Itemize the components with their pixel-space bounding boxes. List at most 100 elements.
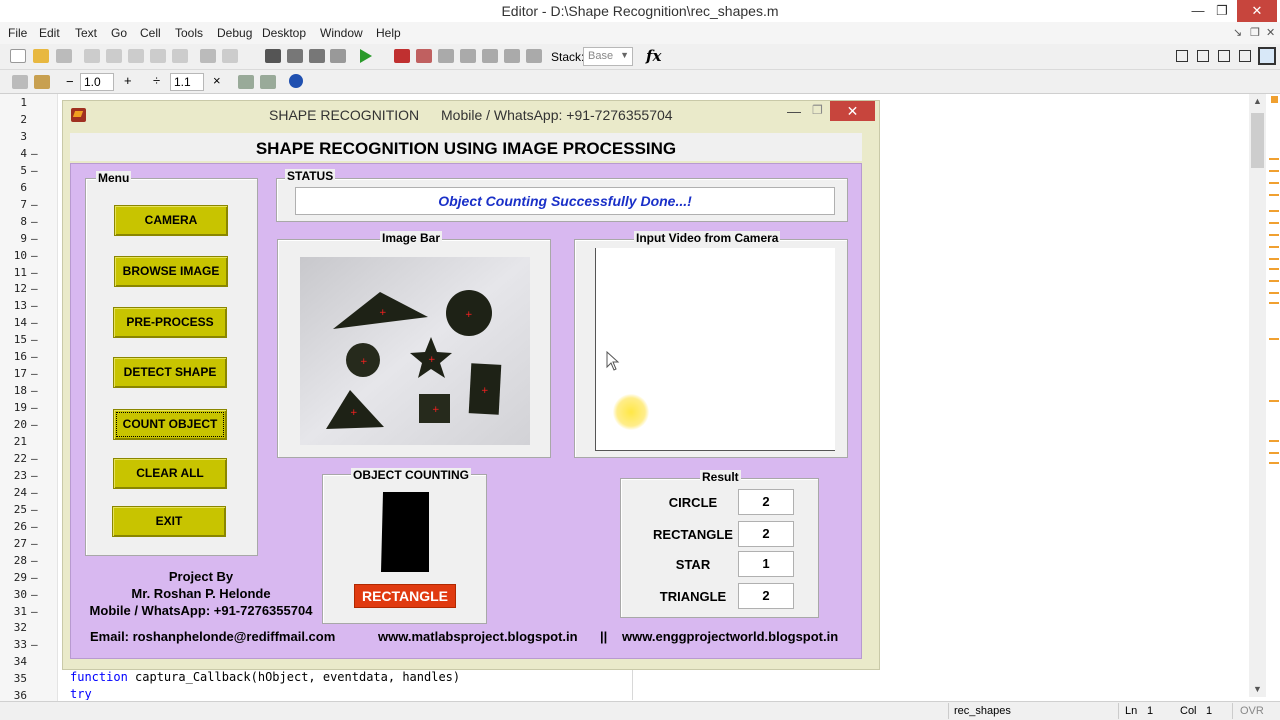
redo-icon[interactable] — [172, 49, 188, 63]
scroll-thumb[interactable] — [1251, 113, 1264, 168]
executable-line-marker[interactable]: – — [31, 537, 38, 550]
menu-edit[interactable]: Edit — [39, 26, 60, 40]
executable-line-marker[interactable]: – — [31, 266, 38, 279]
executable-line-marker[interactable]: – — [31, 469, 38, 482]
clear-all-button[interactable]: CLEAR ALL — [113, 458, 227, 489]
new-file-icon[interactable] — [10, 49, 26, 63]
exit-button[interactable]: EXIT — [112, 506, 226, 537]
executable-line-marker[interactable]: – — [31, 571, 38, 584]
menu-window[interactable]: Window — [320, 26, 363, 40]
analyzer-warning-mark[interactable] — [1269, 292, 1279, 294]
executable-line-marker[interactable]: – — [31, 486, 38, 499]
analyzer-warning-mark[interactable] — [1269, 234, 1279, 236]
cell-divide-button[interactable]: ÷ — [153, 73, 160, 88]
executable-line-marker[interactable]: – — [31, 147, 38, 160]
executable-line-marker[interactable]: – — [31, 605, 38, 618]
count-object-button[interactable]: COUNT OBJECT — [113, 409, 227, 440]
open-folder-icon[interactable] — [33, 49, 49, 63]
step-icon[interactable] — [438, 49, 454, 63]
continue-icon[interactable] — [504, 49, 520, 63]
print-icon[interactable] — [200, 49, 216, 63]
executable-line-marker[interactable]: – — [31, 367, 38, 380]
analyzer-warning-mark[interactable] — [1269, 452, 1279, 454]
run-icon[interactable] — [360, 49, 372, 63]
menu-debug[interactable]: Debug — [217, 26, 252, 40]
cell-minus-button[interactable]: − — [66, 74, 74, 89]
maximize-pane-icon[interactable] — [1258, 47, 1276, 65]
executable-line-marker[interactable]: – — [31, 418, 38, 431]
executable-line-marker[interactable]: – — [31, 401, 38, 414]
analyzer-warning-mark[interactable] — [1269, 400, 1279, 402]
step-out-icon[interactable] — [482, 49, 498, 63]
footer-site-1[interactable]: www.matlabsproject.blogspot.in — [378, 629, 578, 644]
executable-line-marker[interactable]: – — [31, 350, 38, 363]
analyzer-warning-mark[interactable] — [1269, 246, 1279, 248]
executable-line-marker[interactable]: – — [31, 452, 38, 465]
executable-line-marker[interactable]: – — [31, 249, 38, 262]
clear-breakpoints-icon[interactable] — [416, 49, 432, 63]
gui-close-icon[interactable]: ✕ — [830, 101, 875, 121]
breakpoint-icon[interactable] — [394, 49, 410, 63]
scroll-down-icon[interactable]: ▼ — [1250, 684, 1265, 694]
step-in-icon[interactable] — [460, 49, 476, 63]
executable-line-marker[interactable]: – — [31, 384, 38, 397]
undo-icon[interactable] — [150, 49, 166, 63]
restore-icon[interactable]: ❐ — [1250, 26, 1260, 39]
menu-desktop[interactable]: Desktop — [262, 26, 306, 40]
executable-line-marker[interactable]: – — [31, 638, 38, 651]
tile-icon[interactable] — [1176, 50, 1188, 62]
cell-scale-icon[interactable] — [238, 75, 254, 89]
executable-line-marker[interactable]: – — [31, 198, 38, 211]
executable-line-marker[interactable]: – — [31, 282, 38, 295]
executable-line-marker[interactable]: – — [31, 588, 38, 601]
split-vertical-icon[interactable] — [1197, 50, 1209, 62]
copy-icon[interactable] — [106, 49, 122, 63]
menu-help[interactable]: Help — [376, 26, 401, 40]
close-doc-icon[interactable]: ✕ — [1266, 26, 1275, 39]
gui-maximize-icon[interactable]: ❐ — [812, 103, 826, 117]
analyzer-warning-mark[interactable] — [1269, 210, 1279, 212]
analyzer-warning-mark[interactable] — [1269, 258, 1279, 260]
split-horizontal-icon[interactable] — [1218, 50, 1230, 62]
executable-line-marker[interactable]: – — [31, 299, 38, 312]
cell-advance-icon[interactable] — [34, 75, 50, 89]
cell-plus-button[interactable]: + — [124, 73, 132, 88]
detect-shape-button[interactable]: DETECT SHAPE — [113, 357, 227, 388]
cut-icon[interactable] — [84, 49, 100, 63]
executable-line-marker[interactable]: – — [31, 333, 38, 346]
code-line-36[interactable]: try — [70, 687, 92, 700]
info-icon[interactable] — [289, 74, 303, 88]
code-line-35[interactable]: function captura_Callback(hObject, event… — [70, 670, 460, 684]
executable-line-marker[interactable]: – — [31, 316, 38, 329]
back-icon[interactable] — [287, 49, 303, 63]
scroll-up-icon[interactable]: ▲ — [1250, 96, 1265, 106]
menu-tools[interactable]: Tools — [175, 26, 203, 40]
menu-cell[interactable]: Cell — [140, 26, 161, 40]
stack-select[interactable]: Base ▼ — [583, 47, 633, 66]
vertical-scrollbar[interactable] — [1249, 94, 1266, 697]
analyzer-warning-mark[interactable] — [1269, 222, 1279, 224]
camera-button[interactable]: CAMERA — [114, 205, 228, 236]
browse-image-button[interactable]: BROWSE IMAGE — [114, 256, 228, 287]
cell-value-input-1[interactable]: 1.0 — [80, 73, 114, 91]
analyzer-warning-mark[interactable] — [1269, 280, 1279, 282]
analyzer-warning-mark[interactable] — [1269, 194, 1279, 196]
forward-icon[interactable] — [309, 49, 325, 63]
gui-minimize-icon[interactable]: — — [787, 103, 801, 119]
fx-nav-icon[interactable] — [330, 49, 346, 63]
float-icon[interactable] — [1239, 50, 1251, 62]
analyzer-warning-mark[interactable] — [1269, 170, 1279, 172]
cell-scale2-icon[interactable] — [260, 75, 276, 89]
analyzer-warning-mark[interactable] — [1269, 158, 1279, 160]
format-icon[interactable] — [222, 49, 238, 63]
find-icon[interactable] — [265, 49, 281, 63]
executable-line-marker[interactable]: – — [31, 554, 38, 567]
cell-value-input-2[interactable]: 1.1 — [170, 73, 204, 91]
analyzer-warning-mark[interactable] — [1269, 440, 1279, 442]
analyzer-warning-mark[interactable] — [1269, 182, 1279, 184]
analyzer-warning-mark[interactable] — [1269, 462, 1279, 464]
analyzer-warning-mark[interactable] — [1269, 302, 1279, 304]
pre-process-button[interactable]: PRE-PROCESS — [113, 307, 227, 338]
executable-line-marker[interactable]: – — [31, 232, 38, 245]
executable-line-marker[interactable]: – — [31, 520, 38, 533]
